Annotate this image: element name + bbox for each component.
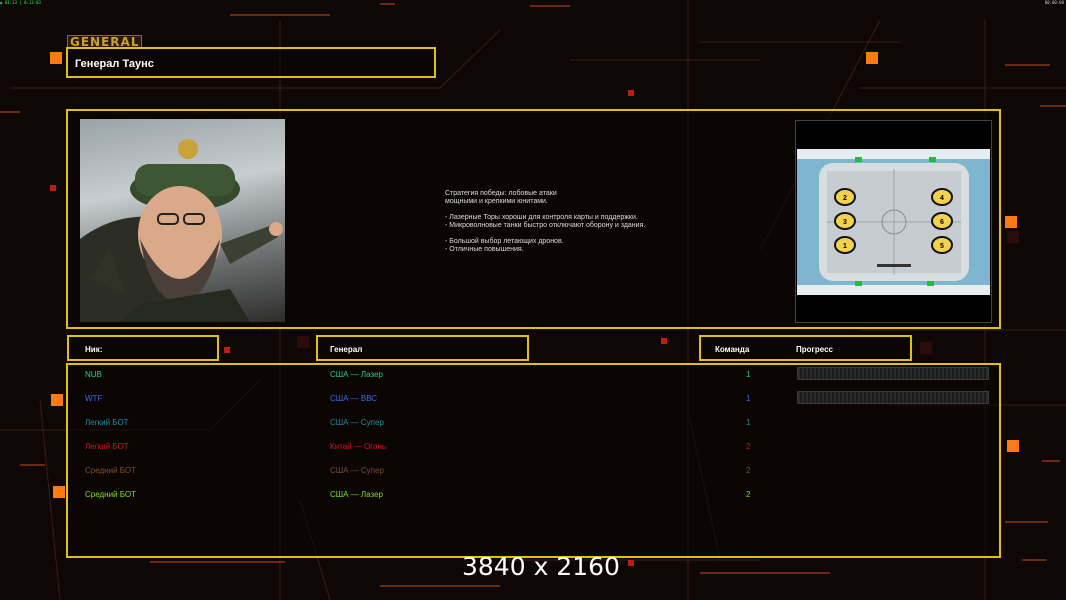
general-info-panel: Стратегия победы: лобовые атаки мощными … [66, 109, 1001, 329]
player-team: 1 [746, 394, 751, 403]
player-nick: Средний БОТ [85, 490, 137, 499]
resolution-watermark: 3840 x 2160 [462, 552, 620, 581]
player-team: 2 [746, 442, 751, 451]
player-row: WTF США — ВВС 1 [68, 389, 999, 409]
player-nick: WTF [85, 394, 103, 403]
minimap-frame: 2 4 3 6 1 5 [795, 120, 992, 323]
player-progress-bar [797, 367, 989, 380]
map-slot-label: 4 [940, 195, 944, 202]
map-slot-label: 3 [843, 219, 847, 226]
player-row: Легкий БОТ Китай — Огонь 2 [68, 437, 999, 457]
player-row: Легкий БОТ США — Супер 1 [68, 413, 999, 433]
player-general: США — Супер [330, 466, 384, 475]
clock: 00:00:00 [1044, 0, 1064, 5]
player-team: 1 [746, 418, 751, 427]
header-general-label: Генерал [330, 345, 363, 354]
map-slot-label: 5 [940, 243, 944, 250]
player-progress-bar [797, 391, 989, 404]
general-name: Генерал Таунс [75, 58, 154, 70]
minimap[interactable]: 2 4 3 6 1 5 [797, 149, 990, 295]
header-nick-label: Ник: [85, 345, 103, 354]
map-slot-label: 6 [940, 219, 944, 226]
player-general: США — Лазер [330, 370, 383, 379]
player-nick: Средний БОТ [85, 466, 137, 475]
player-general: Китай — Огонь [330, 442, 387, 451]
header-progress-label: Прогресс [796, 345, 833, 354]
header-team-label: Команда [715, 345, 750, 354]
map-slot-label: 1 [843, 243, 847, 250]
player-nick: Легкий БОТ [85, 442, 129, 451]
player-nick: Легкий БОТ [85, 418, 129, 427]
player-general: США — Лазер [330, 490, 383, 499]
player-team: 2 [746, 466, 751, 475]
performance-stats: ◉ 01:13 | 0:13:03 [0, 0, 41, 5]
player-general: США — ВВС [330, 394, 378, 403]
player-nick: NUB [85, 370, 102, 379]
player-team: 1 [746, 370, 751, 379]
map-slot-label: 2 [843, 195, 847, 202]
header-general: Генерал [316, 335, 529, 361]
general-title-frame: Генерал Таунс [66, 47, 436, 78]
player-team: 2 [746, 490, 751, 499]
general-description: Стратегия победы: лобовые атаки мощными … [445, 190, 646, 253]
general-portrait [80, 119, 285, 322]
header-team-progress: Команда Прогресс [699, 335, 912, 361]
player-row: NUB США — Лазер 1 [68, 365, 999, 385]
player-row: Средний БОТ США — Супер 2 [68, 461, 999, 481]
player-general: США — Супер [330, 418, 384, 427]
header-nick: Ник: [67, 335, 219, 361]
player-row: Средний БОТ США — Лазер 2 [68, 485, 999, 505]
players-list: NUB США — Лазер 1 WTF США — ВВС 1 Легкий… [66, 363, 1001, 558]
